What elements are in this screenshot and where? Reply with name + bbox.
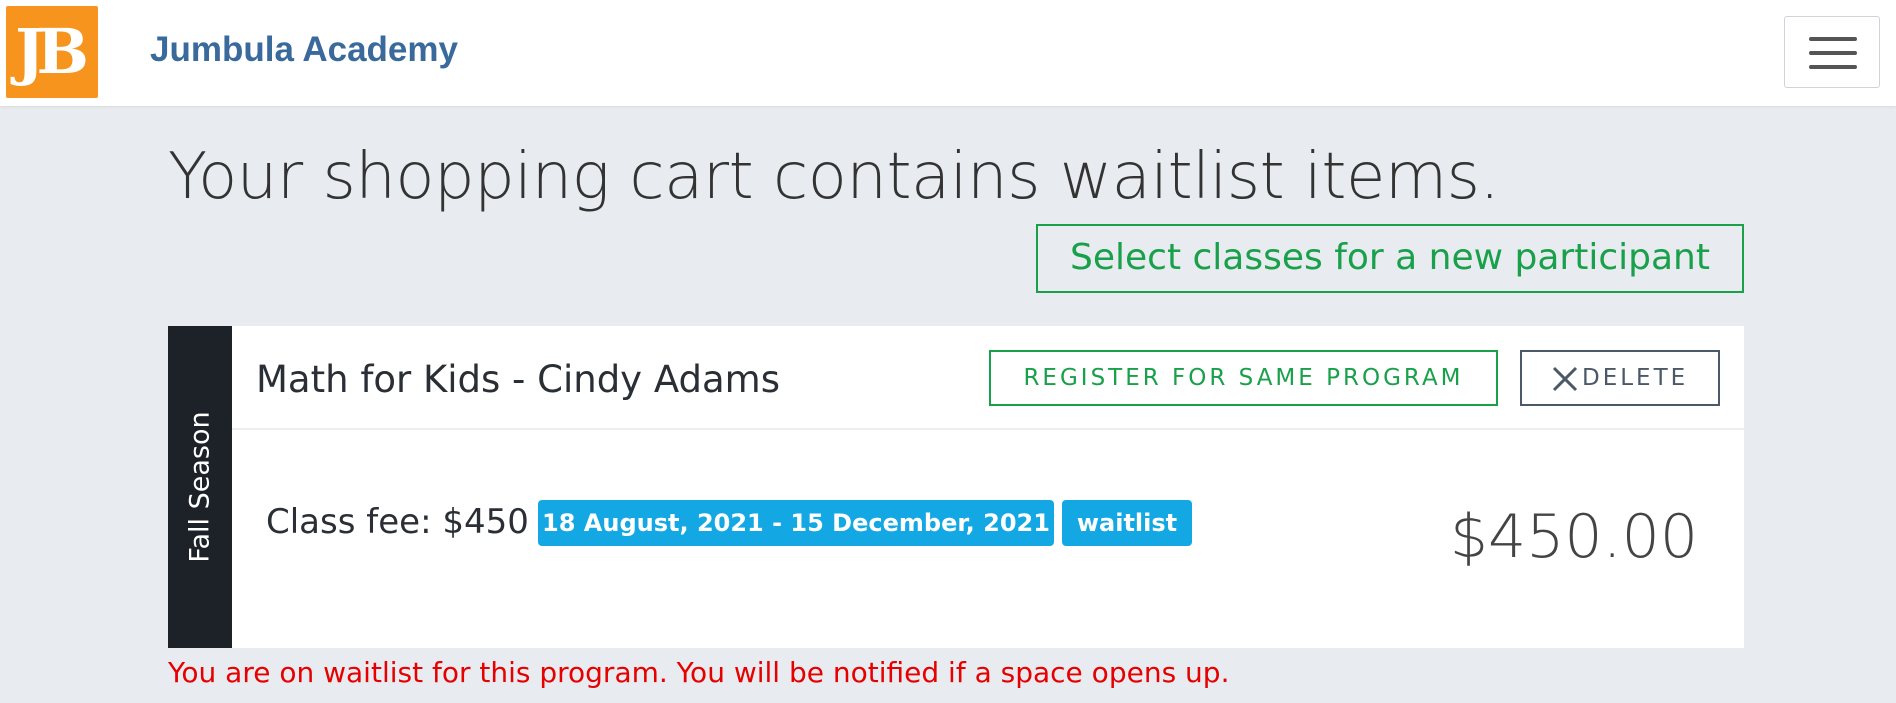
select-new-participant-button[interactable]: Select classes for a new participant [1036,224,1744,293]
brand-logo[interactable]: JB [6,6,98,98]
class-fee: Class fee: $450 [266,502,529,542]
status-badge: waitlist [1062,500,1192,546]
close-icon [1552,366,1578,392]
page-title: Your shopping cart contains waitlist ite… [168,140,1500,214]
top-navbar: JB Jumbula Academy [0,0,1896,106]
cart-item-title: Math for Kids - Cindy Adams [256,358,780,401]
waitlist-notice: You are on waitlist for this program. Yo… [168,656,1230,689]
logo-text: JB [15,15,89,88]
hamburger-menu-button[interactable] [1784,16,1880,88]
register-same-program-button[interactable]: REGISTER FOR SAME PROGRAM [989,350,1498,406]
delete-label: DELETE [1582,365,1689,391]
brand-name[interactable]: Jumbula Academy [150,30,458,70]
hamburger-icon [1809,37,1857,41]
season-sidebar: Fall Season [168,326,232,648]
hamburger-icon-line [1809,51,1857,55]
date-range-badge: 18 August, 2021 - 15 December, 2021 [538,500,1054,546]
card-divider [232,428,1744,430]
hamburger-icon-line [1809,65,1857,69]
cart-item-card: Fall Season Math for Kids - Cindy Adams … [168,326,1744,648]
item-price: $450.00 [1449,502,1698,572]
delete-button[interactable]: DELETE [1520,350,1720,406]
season-label: Fall Season [184,411,216,563]
